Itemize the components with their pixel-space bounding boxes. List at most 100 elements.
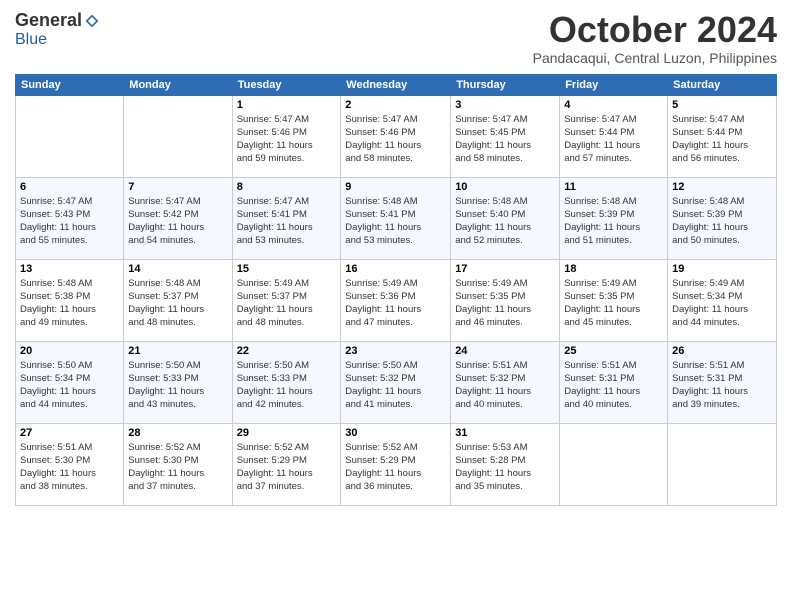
table-row: 6Sunrise: 5:47 AM Sunset: 5:43 PM Daylig… — [16, 177, 124, 259]
logo-general-text: General — [15, 10, 82, 31]
col-thursday: Thursday — [451, 74, 560, 95]
day-number: 17 — [455, 263, 555, 275]
col-wednesday: Wednesday — [341, 74, 451, 95]
day-info: Sunrise: 5:49 AM Sunset: 5:34 PM Dayligh… — [672, 277, 772, 330]
table-row: 5Sunrise: 5:47 AM Sunset: 5:44 PM Daylig… — [668, 95, 777, 177]
table-row: 27 Sunrise: 5:51 AM Sunset: 5:30 PM Dayli… — [16, 423, 124, 505]
day-number: 28 — [128, 427, 227, 439]
day-info: Sunrise: 5:48 AM Sunset: 5:37 PM Dayligh… — [128, 277, 227, 330]
calendar-week-1: 1 Sunrise: 5:47 AM Sunset: 5:46 PM Daylig… — [16, 95, 777, 177]
day-info: Sunrise: 5:47 AM Sunset: 5:42 PM Dayligh… — [128, 195, 227, 248]
page: General Blue October 2024 Pandacaqui, Ce… — [0, 0, 792, 612]
col-friday: Friday — [560, 74, 668, 95]
day-info: Sunrise: 5:52 AM Sunset: 5:30 PM Dayligh… — [128, 441, 227, 494]
table-row: 29 Sunrise: 5:52 AM Sunset: 5:29 PM Dayli… — [232, 423, 341, 505]
day-info: Sunrise: 5:52 AM Sunset: 5:29 PM Dayligh… — [237, 441, 337, 494]
day-info: Sunrise: 5:50 AM Sunset: 5:33 PM Dayligh… — [128, 359, 227, 412]
day-number: 29 — [237, 427, 337, 439]
table-row: 22Sunrise: 5:50 AM Sunset: 5:33 PM Dayli… — [232, 341, 341, 423]
day-info: Sunrise: 5:51 AM Sunset: 5:31 PM Dayligh… — [672, 359, 772, 412]
table-row: 18 Sunrise: 5:49 AM Sunset: 5:35 PM Dayli… — [560, 259, 668, 341]
day-info: Sunrise: 5:48 AM Sunset: 5:41 PM Dayligh… — [345, 195, 446, 248]
table-row: 28 Sunrise: 5:52 AM Sunset: 5:30 PM Dayli… — [124, 423, 232, 505]
day-info: Sunrise: 5:49 AM Sunset: 5:35 PM Dayligh… — [564, 277, 663, 330]
table-row: 21 Sunrise: 5:50 AM Sunset: 5:33 PM Dayli… — [124, 341, 232, 423]
day-info: Sunrise: 5:47 AM Sunset: 5:45 PM Dayligh… — [455, 113, 555, 166]
day-number: 13 — [20, 263, 119, 275]
day-number: 30 — [345, 427, 446, 439]
table-row: 14Sunrise: 5:48 AM Sunset: 5:37 PM Dayli… — [124, 259, 232, 341]
day-number: 2 — [345, 99, 446, 111]
day-number: 4 — [564, 99, 663, 111]
day-number: 21 — [128, 345, 227, 357]
day-info: Sunrise: 5:49 AM Sunset: 5:37 PM Dayligh… — [237, 277, 337, 330]
day-info: Sunrise: 5:47 AM Sunset: 5:46 PM Dayligh… — [237, 113, 337, 166]
table-row: 25 Sunrise: 5:51 AM Sunset: 5:31 PM Dayli… — [560, 341, 668, 423]
table-row: 17 Sunrise: 5:49 AM Sunset: 5:35 PM Dayli… — [451, 259, 560, 341]
day-number: 20 — [20, 345, 119, 357]
table-row: 26 Sunrise: 5:51 AM Sunset: 5:31 PM Dayli… — [668, 341, 777, 423]
day-info: Sunrise: 5:48 AM Sunset: 5:38 PM Dayligh… — [20, 277, 119, 330]
day-number: 18 — [564, 263, 663, 275]
day-number: 25 — [564, 345, 663, 357]
table-row — [560, 423, 668, 505]
table-row: 16 Sunrise: 5:49 AM Sunset: 5:36 PM Dayli… — [341, 259, 451, 341]
day-number: 23 — [345, 345, 446, 357]
day-number: 7 — [128, 181, 227, 193]
day-number: 1 — [237, 99, 337, 111]
day-number: 15 — [237, 263, 337, 275]
location: Pandacaqui, Central Luzon, Philippines — [533, 50, 777, 66]
day-number: 3 — [455, 99, 555, 111]
day-info: Sunrise: 5:49 AM Sunset: 5:35 PM Dayligh… — [455, 277, 555, 330]
table-row: 23Sunrise: 5:50 AM Sunset: 5:32 PM Dayli… — [341, 341, 451, 423]
day-number: 10 — [455, 181, 555, 193]
day-number: 5 — [672, 99, 772, 111]
col-sunday: Sunday — [16, 74, 124, 95]
table-row — [16, 95, 124, 177]
table-row: 20 Sunrise: 5:50 AM Sunset: 5:34 PM Dayli… — [16, 341, 124, 423]
day-number: 16 — [345, 263, 446, 275]
day-number: 24 — [455, 345, 555, 357]
table-row: 9Sunrise: 5:48 AM Sunset: 5:41 PM Daylig… — [341, 177, 451, 259]
table-row: 4Sunrise: 5:47 AM Sunset: 5:44 PM Daylig… — [560, 95, 668, 177]
day-number: 27 — [20, 427, 119, 439]
logo-icon — [84, 13, 100, 29]
calendar-week-5: 27 Sunrise: 5:51 AM Sunset: 5:30 PM Dayli… — [16, 423, 777, 505]
table-row: 11 Sunrise: 5:48 AM Sunset: 5:39 PM Dayli… — [560, 177, 668, 259]
table-row: 24 Sunrise: 5:51 AM Sunset: 5:32 PM Dayli… — [451, 341, 560, 423]
table-row: 7 Sunrise: 5:47 AM Sunset: 5:42 PM Daylig… — [124, 177, 232, 259]
logo-blue-text: Blue — [15, 31, 47, 48]
day-number: 12 — [672, 181, 772, 193]
day-info: Sunrise: 5:50 AM Sunset: 5:33 PM Dayligh… — [237, 359, 337, 412]
calendar-week-2: 6Sunrise: 5:47 AM Sunset: 5:43 PM Daylig… — [16, 177, 777, 259]
table-row: 1 Sunrise: 5:47 AM Sunset: 5:46 PM Daylig… — [232, 95, 341, 177]
day-info: Sunrise: 5:51 AM Sunset: 5:30 PM Dayligh… — [20, 441, 119, 494]
logo: General Blue — [15, 10, 100, 49]
day-info: Sunrise: 5:48 AM Sunset: 5:39 PM Dayligh… — [564, 195, 663, 248]
day-info: Sunrise: 5:53 AM Sunset: 5:28 PM Dayligh… — [455, 441, 555, 494]
calendar-week-4: 20 Sunrise: 5:50 AM Sunset: 5:34 PM Dayli… — [16, 341, 777, 423]
table-row: 13 Sunrise: 5:48 AM Sunset: 5:38 PM Dayli… — [16, 259, 124, 341]
col-tuesday: Tuesday — [232, 74, 341, 95]
day-info: Sunrise: 5:48 AM Sunset: 5:39 PM Dayligh… — [672, 195, 772, 248]
table-row: 10Sunrise: 5:48 AM Sunset: 5:40 PM Dayli… — [451, 177, 560, 259]
table-row: 30Sunrise: 5:52 AM Sunset: 5:29 PM Dayli… — [341, 423, 451, 505]
table-row — [124, 95, 232, 177]
table-row — [668, 423, 777, 505]
day-number: 11 — [564, 181, 663, 193]
day-number: 26 — [672, 345, 772, 357]
day-number: 31 — [455, 427, 555, 439]
day-info: Sunrise: 5:49 AM Sunset: 5:36 PM Dayligh… — [345, 277, 446, 330]
table-row: 3 Sunrise: 5:47 AM Sunset: 5:45 PM Daylig… — [451, 95, 560, 177]
table-row: 15 Sunrise: 5:49 AM Sunset: 5:37 PM Dayli… — [232, 259, 341, 341]
col-monday: Monday — [124, 74, 232, 95]
col-saturday: Saturday — [668, 74, 777, 95]
header: General Blue October 2024 Pandacaqui, Ce… — [15, 10, 777, 66]
day-info: Sunrise: 5:51 AM Sunset: 5:31 PM Dayligh… — [564, 359, 663, 412]
day-info: Sunrise: 5:47 AM Sunset: 5:41 PM Dayligh… — [237, 195, 337, 248]
day-info: Sunrise: 5:50 AM Sunset: 5:34 PM Dayligh… — [20, 359, 119, 412]
calendar-week-3: 13 Sunrise: 5:48 AM Sunset: 5:38 PM Dayli… — [16, 259, 777, 341]
table-row: 19 Sunrise: 5:49 AM Sunset: 5:34 PM Dayli… — [668, 259, 777, 341]
day-number: 19 — [672, 263, 772, 275]
day-info: Sunrise: 5:51 AM Sunset: 5:32 PM Dayligh… — [455, 359, 555, 412]
